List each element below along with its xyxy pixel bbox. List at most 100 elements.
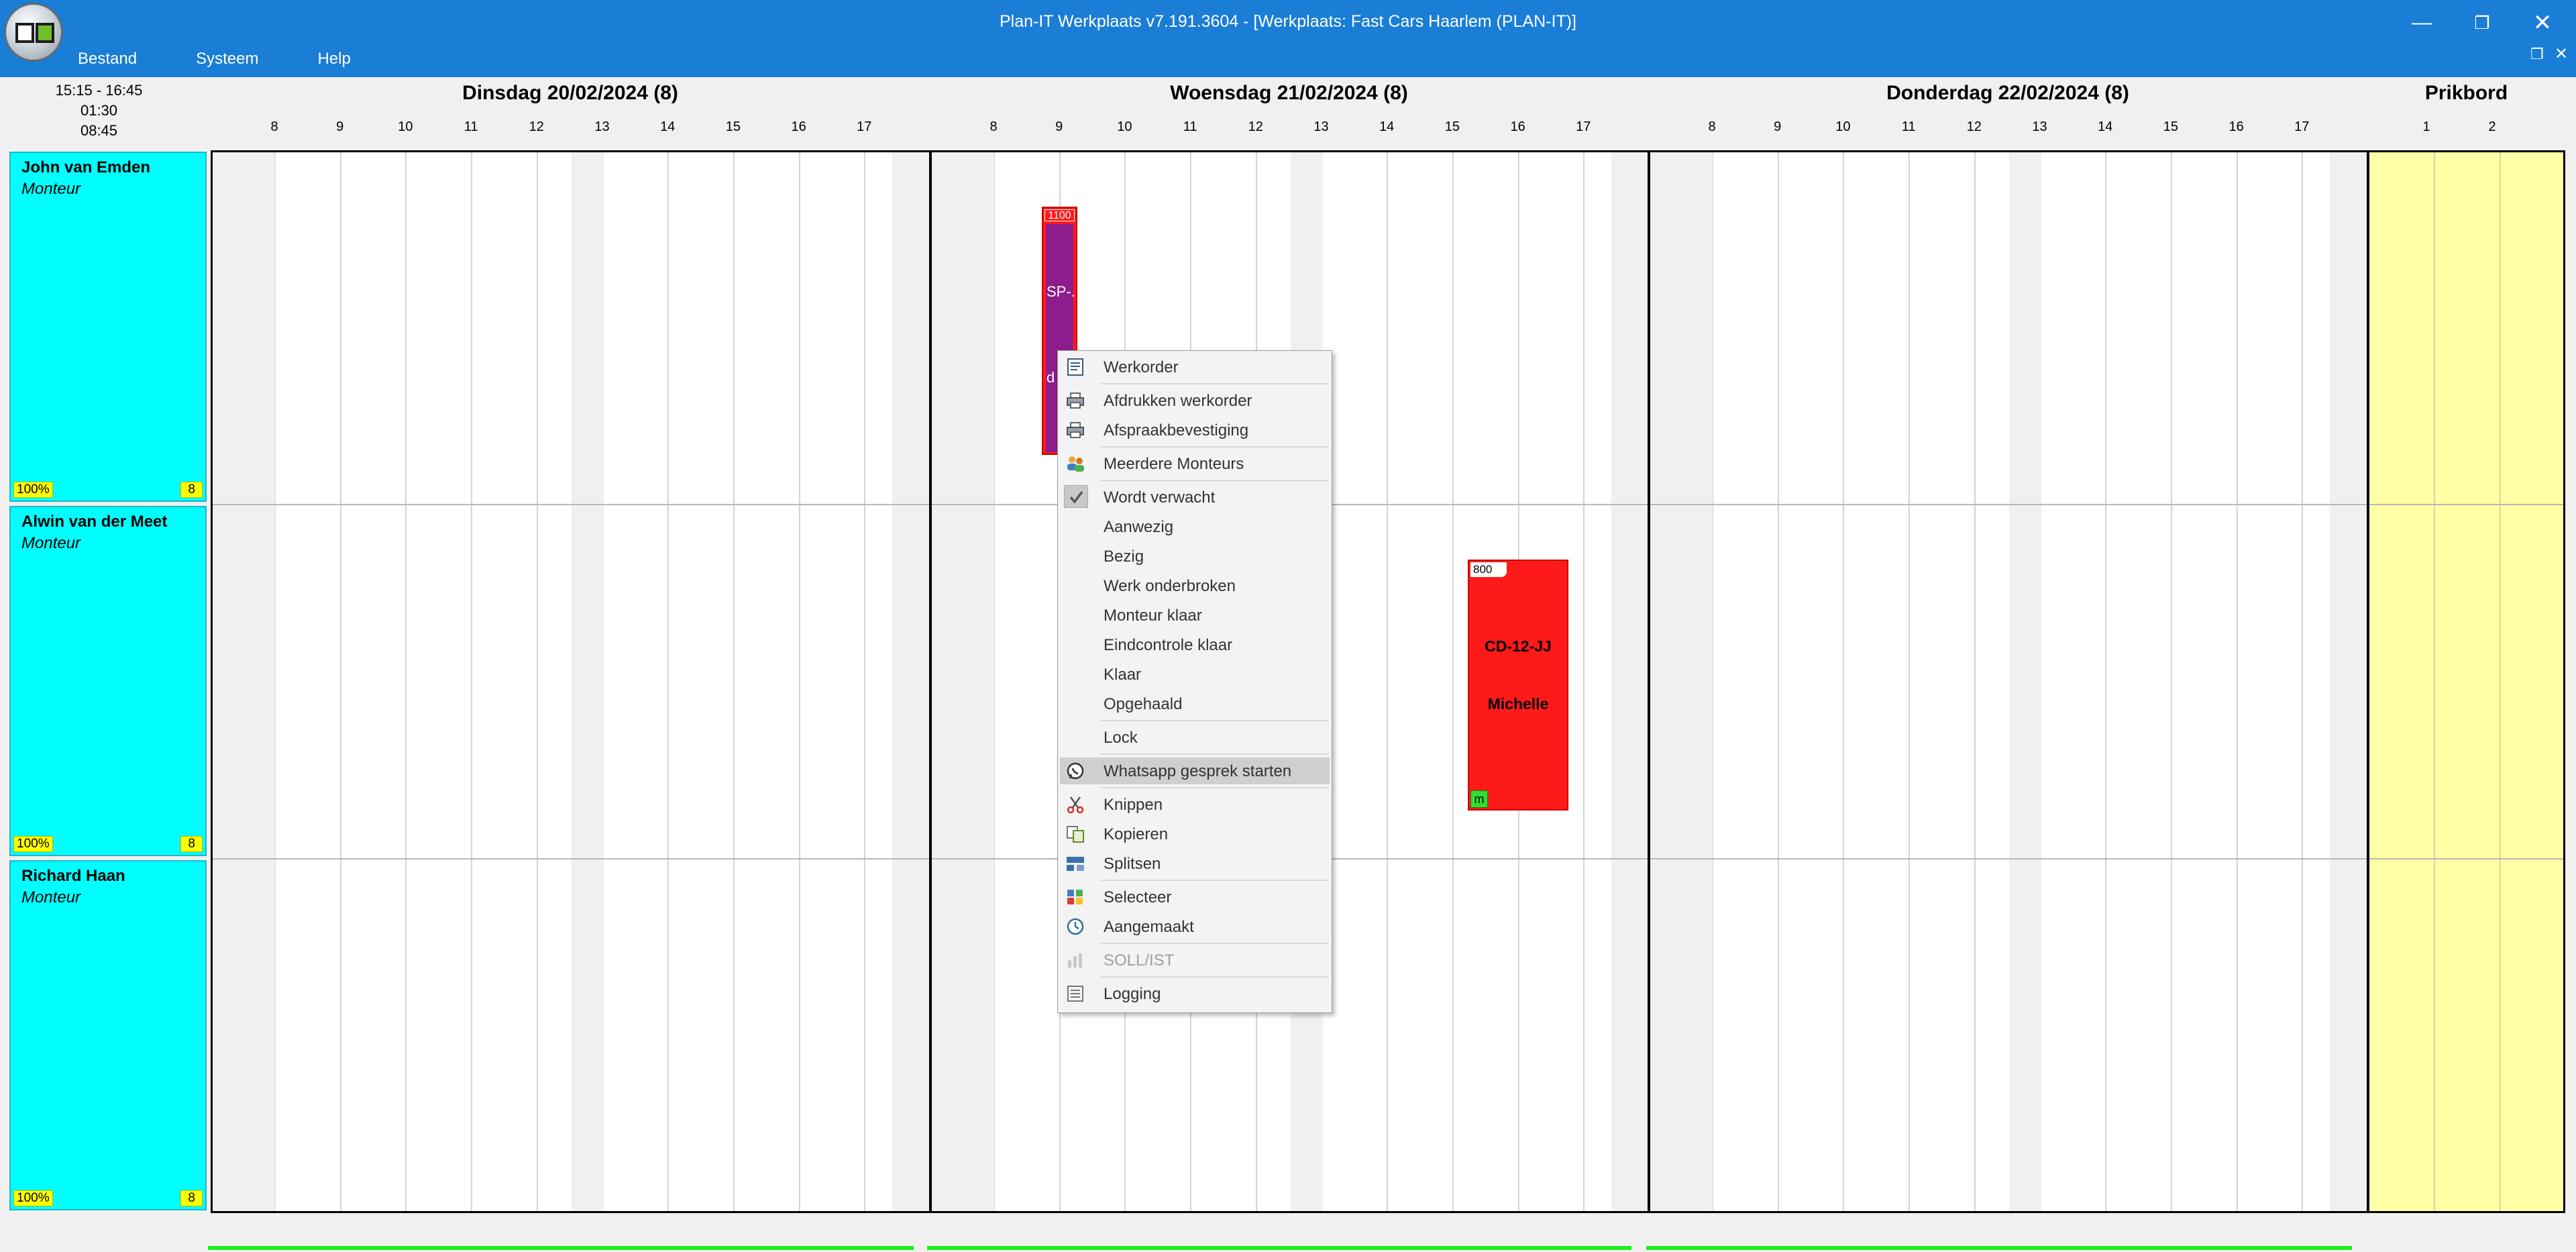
off-hours-shade [213,152,275,1211]
hour-line [2236,152,2238,1211]
menu-item-splitsen[interactable]: Splitsen [1060,850,1330,877]
capacity-bar [208,1246,914,1250]
hour-label: 11 [1183,119,1197,134]
hour-line [339,152,341,1211]
menu-bestand[interactable]: Bestand [67,46,148,72]
menu-item-aangemaakt[interactable]: Aangemaakt [1060,913,1330,940]
mechanic-panel[interactable]: Richard Haan Monteur 100% 8 [9,860,207,1210]
menu-item-meerdere-monteurs[interactable]: Meerdere Monteurs [1060,450,1330,477]
hour-label: 12 [1966,119,1982,134]
menu-item-label: Meerdere Monteurs [1104,455,1244,473]
day-title-thursday: Donderdag 22/02/2024 (8) [1886,82,2129,104]
day-title-tuesday: Dinsdag 20/02/2024 (8) [462,82,678,104]
hour-line [798,152,800,1211]
menu-separator [1101,753,1329,755]
title-bar: Plan-IT Werkplaats v7.191.3604 - [Werkpl… [0,0,2576,77]
maximize-button[interactable]: ❐ [2462,4,2502,42]
mechanic-name: Richard Haan [21,867,125,885]
hour-line [1583,152,1585,1211]
capacity-bar [927,1246,1631,1250]
menu-item-wordt-verwacht[interactable]: Wordt verwacht [1060,484,1330,511]
menu-item-eindcontrole-klaar[interactable]: Eindcontrole klaar [1060,631,1330,658]
mechanic-role: Monteur [21,534,81,552]
menu-item-aanwezig[interactable]: Aanwezig [1060,513,1330,540]
menu-item-afspraakbevestiging[interactable]: Afspraakbevestiging [1060,417,1330,444]
hour-label: 11 [464,119,478,134]
hour-label: 14 [2098,119,2113,134]
hour-line [1909,152,1911,1211]
menu-item-kopieren[interactable]: Kopieren [1060,821,1330,847]
menu-item-opgehaald[interactable]: Opgehaald [1060,690,1330,717]
window-title: Plan-IT Werkplaats v7.191.3604 - [Werkpl… [999,12,1577,31]
menu-separator [1101,787,1329,788]
menu-item-soll-ist[interactable]: SOLL/IST [1060,947,1330,974]
day-title-wednesday: Woensdag 21/02/2024 (8) [1170,82,1408,104]
menu-item-knippen[interactable]: Knippen [1060,791,1330,818]
hour-label: 9 [336,119,344,134]
menu-item-label: Splitsen [1104,855,1161,873]
current-time: 08:45 [80,122,118,139]
hour-line [536,152,538,1211]
hour-label: 8 [270,119,278,134]
selected-time-range: 15:15 - 16:45 [55,82,143,99]
hour-label: 12 [529,119,544,134]
hour-line [2170,152,2172,1211]
mechanic-percent-badge: 100% [13,482,53,498]
menu-item-logging[interactable]: Logging [1060,980,1330,1007]
menu-item-selecteer[interactable]: Selecteer [1060,884,1330,910]
mechanic-name: Alwin van der Meet [21,513,168,531]
off-hours-shade [2330,152,2367,1211]
menu-item-monteur-klaar[interactable]: Monteur klaar [1060,602,1330,629]
appointment-plate: CD-12-JJ [1485,637,1552,655]
menu-item-label: Lock [1104,729,1138,747]
menu-item-lock[interactable]: Lock [1060,724,1330,751]
selected-duration: 01:30 [80,102,118,119]
hour-label: 13 [2032,119,2047,134]
menu-item-whatsapp[interactable]: Whatsapp gesprek starten [1060,758,1330,784]
menu-item-bezig[interactable]: Bezig [1060,543,1330,570]
mechanic-panel[interactable]: John van Emden Monteur 100% 8 [9,152,207,502]
planning-grid[interactable] [211,150,2565,1213]
hour-label: 9 [1774,119,1782,134]
menu-item-afdrukken-werkorder[interactable]: Afdrukken werkorder [1060,387,1330,414]
row-divider [213,858,2563,859]
menu-item-label: Afspraakbevestiging [1104,421,1249,439]
hour-label: 10 [398,119,413,134]
menu-item-werkorder[interactable]: Werkorder [1060,354,1330,380]
time-info: 15:15 - 16:45 01:30 08:45 [13,81,184,141]
prikbord-area[interactable] [2369,152,2563,1211]
hour-line [733,152,735,1211]
hour-label: 16 [2229,119,2244,134]
mechanic-name: John van Emden [21,158,151,176]
menu-item-label: Wordt verwacht [1104,488,1216,507]
menu-item-label: Logging [1104,985,1161,1003]
menu-separator [1101,480,1329,481]
hour-line [471,152,473,1211]
minimize-button[interactable]: — [2402,4,2442,42]
hour-label: 13 [594,119,610,134]
mdi-close-button[interactable]: ✕ [2555,44,2568,64]
mechanic-panel[interactable]: Alwin van der Meet Monteur 100% 8 [9,506,207,856]
menu-item-werk-onderbroken[interactable]: Werk onderbroken [1060,572,1330,599]
menu-separator [1101,720,1329,721]
off-hours-shade [1650,152,1713,1211]
menu-item-label: Eindcontrole klaar [1104,636,1233,654]
mechanic-role: Monteur [21,180,81,198]
hour-label: 15 [1444,119,1460,134]
mechanic-hours-badge: 8 [180,1190,203,1206]
context-menu: Werkorder Afdrukken werkorder Afspraakbe… [1057,350,1332,1013]
mechanic-hours-badge: 8 [180,482,203,498]
menu-help[interactable]: Help [307,46,361,72]
mdi-restore-button[interactable]: ❐ [2530,46,2544,63]
appointment-block[interactable]: 800 CD-12-JJ Michelle m [1468,560,1568,811]
hour-label: 15 [725,119,741,134]
menu-systeem[interactable]: Systeem [185,46,269,72]
prikbord-column-line [2500,152,2501,1211]
menu-item-klaar[interactable]: Klaar [1060,661,1330,688]
appointment-code: 800 [1470,562,1507,577]
menu-item-label: Werkorder [1104,358,1179,376]
mechanic-hours-badge: 8 [180,836,203,852]
menu-item-label: Aangemaakt [1104,918,1194,936]
close-button[interactable]: ✕ [2522,4,2563,42]
day-separator [1648,152,1650,1211]
